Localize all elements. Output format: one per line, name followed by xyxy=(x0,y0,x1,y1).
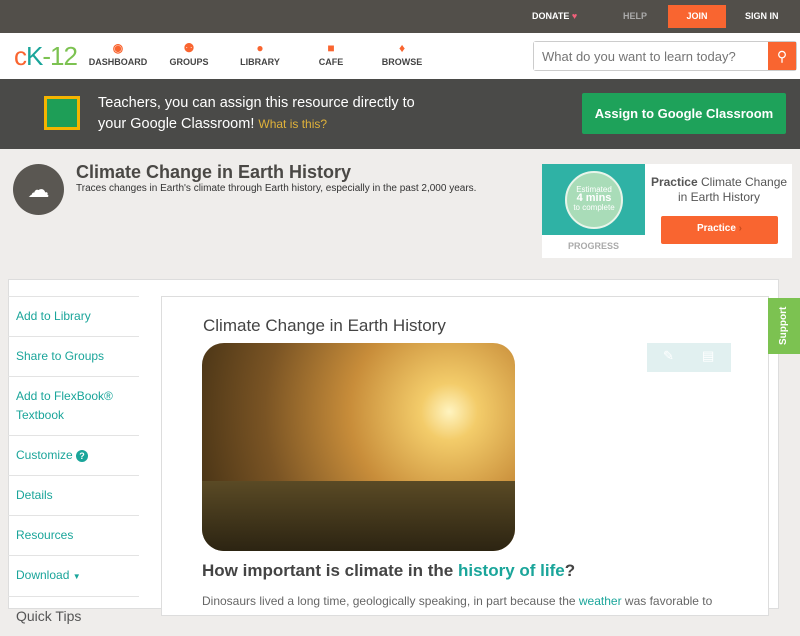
nav-label: GROUPS xyxy=(169,57,209,67)
page-description: Traces changes in Earth's climate throug… xyxy=(76,183,477,194)
top-bar: DONATE ♥ HELP JOIN SIGN IN xyxy=(0,0,800,33)
pencil-icon[interactable]: ✎ xyxy=(663,348,674,364)
sign-in-link[interactable]: SIGN IN xyxy=(745,11,779,21)
nav-label: LIBRARY xyxy=(240,57,280,67)
what-is-this-link[interactable]: What is this? xyxy=(258,117,327,131)
help-icon[interactable]: ? xyxy=(76,450,89,462)
banner-line1: Teachers, you can assign this resource d… xyxy=(98,95,415,111)
content-area: Climate Change in Earth History ✎ ▤ How … xyxy=(161,296,769,616)
history-of-life-link[interactable]: history of life xyxy=(458,561,565,580)
weather-icon: ☁ xyxy=(13,164,64,215)
estimate-time: 4 mins xyxy=(576,192,612,204)
nav-cafe[interactable]: ■ CAFE xyxy=(296,41,366,67)
sidebar: Add to Library Share to Groups Add to Fl… xyxy=(8,296,139,636)
people-icon: ⚉ xyxy=(183,41,195,55)
nav-dashboard[interactable]: ◉ DASHBOARD xyxy=(83,41,153,67)
practice-title: Practice Climate Change in Earth History xyxy=(648,175,790,205)
assign-google-classroom-button[interactable]: Assign to Google Classroom xyxy=(582,93,786,134)
sidebar-add-to-flexbook[interactable]: Add to FlexBook® Textbook xyxy=(8,376,139,435)
dinosaur-image xyxy=(202,343,515,551)
backpack-icon: ● xyxy=(256,41,264,55)
notes-icon[interactable]: ▤ xyxy=(702,348,714,364)
intro-paragraph: Dinosaurs lived a long time, geologicall… xyxy=(202,594,712,608)
nav-label: BROWSE xyxy=(381,57,423,67)
question-text: How important is climate in the xyxy=(202,561,458,580)
nav-label: CAFE xyxy=(318,57,344,67)
estimate-suffix: to complete xyxy=(573,203,615,212)
heart-icon: ♥ xyxy=(571,11,578,21)
join-button[interactable]: JOIN xyxy=(668,5,726,28)
chat-icon: ■ xyxy=(327,41,335,55)
bulb-icon: ♦ xyxy=(398,41,406,55)
banner-text: Teachers, you can assign this resource d… xyxy=(98,93,415,135)
section-question: How important is climate in the history … xyxy=(202,561,575,581)
nav-library[interactable]: ● LIBRARY xyxy=(225,41,295,67)
search-icon: ⚲ xyxy=(776,48,788,64)
para-text: Dinosaurs lived a long time, geologicall… xyxy=(202,594,579,608)
sidebar-share-to-groups[interactable]: Share to Groups xyxy=(8,336,139,376)
donate-label: DONATE xyxy=(532,11,570,21)
practice-button-label: Practice xyxy=(696,223,736,234)
practice-title-bold: Practice xyxy=(650,175,698,189)
quick-tips-heading: Quick Tips xyxy=(8,596,139,636)
caret-down-icon: ▼ xyxy=(72,572,81,581)
chevron-right-icon: › xyxy=(738,223,743,234)
donate-link[interactable]: DONATE ♥ xyxy=(532,11,577,21)
nav-groups[interactable]: ⚉ GROUPS xyxy=(154,41,224,67)
search-input[interactable] xyxy=(534,42,764,70)
progress-label: PROGRESS xyxy=(567,241,619,251)
sidebar-resources[interactable]: Resources xyxy=(8,515,139,555)
weather-link[interactable]: weather xyxy=(579,594,622,608)
page-title: Climate Change in Earth History xyxy=(76,162,352,182)
tools-bar: ✎ ▤ xyxy=(647,343,731,372)
google-classroom-banner: Teachers, you can assign this resource d… xyxy=(0,79,800,149)
support-tab[interactable]: Support xyxy=(768,298,800,354)
question-end: ? xyxy=(564,561,576,580)
content-title: Climate Change in Earth History xyxy=(203,316,446,335)
sidebar-details[interactable]: Details xyxy=(8,475,139,515)
search-button[interactable]: ⚲ xyxy=(768,42,796,70)
nav-browse[interactable]: ♦ BROWSE xyxy=(367,41,437,67)
gauge-icon: ◉ xyxy=(112,41,124,55)
download-label: Download xyxy=(16,568,70,582)
help-link[interactable]: HELP xyxy=(623,11,647,21)
google-classroom-icon xyxy=(44,96,80,130)
ck12-logo[interactable]: cK-12 xyxy=(14,41,78,72)
practice-image: Estimated 4 mins to complete xyxy=(542,164,645,235)
sidebar-add-to-library[interactable]: Add to Library xyxy=(8,296,139,336)
practice-card: Estimated 4 mins to complete PROGRESS Prac… xyxy=(542,164,792,258)
nav-label: DASHBOARD xyxy=(88,57,148,67)
sidebar-customize[interactable]: Customize ? xyxy=(8,435,139,475)
customize-label: Customize xyxy=(16,448,73,462)
para-text-end: was favorable to xyxy=(621,594,713,608)
sidebar-download[interactable]: Download ▼ xyxy=(8,555,139,596)
banner-line2: your Google Classroom! xyxy=(98,116,255,132)
practice-button[interactable]: Practice › xyxy=(661,216,778,244)
search-box: ⚲ xyxy=(533,41,797,71)
estimate-badge: Estimated 4 mins to complete xyxy=(565,171,623,229)
main-nav: cK-12 ◉ DASHBOARD ⚉ GROUPS ● LIBRARY ■ CAFE … xyxy=(0,33,800,79)
